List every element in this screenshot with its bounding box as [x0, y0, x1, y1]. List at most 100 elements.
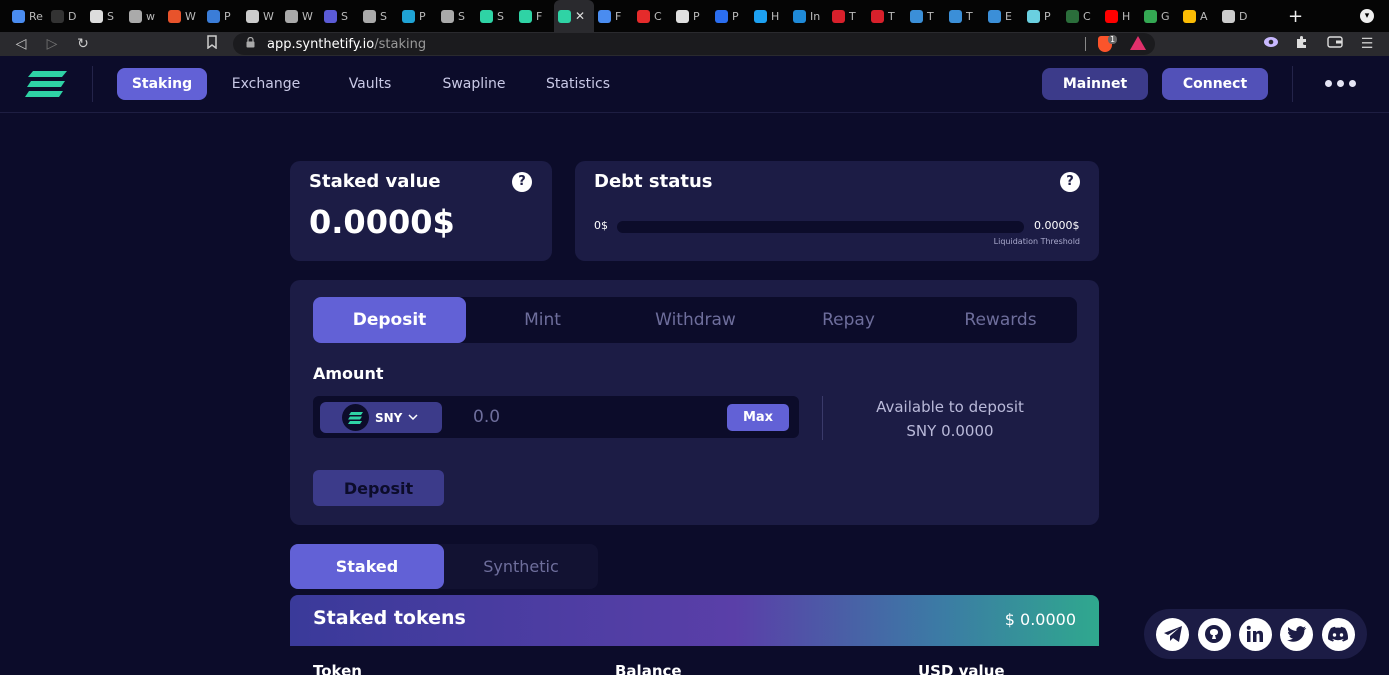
url-host: app.synthetify.io	[267, 36, 375, 52]
extensions-puzzle-icon[interactable]	[1293, 35, 1311, 53]
tab-label: F	[536, 9, 543, 23]
max-button[interactable]: Max	[727, 404, 789, 431]
tab-withdraw[interactable]: Withdraw	[619, 297, 772, 343]
synthetify-logo-icon[interactable]	[25, 69, 69, 99]
tab-right-8[interactable]: T	[906, 0, 945, 32]
tab-right-1[interactable]: C	[633, 0, 672, 32]
tab-right-16[interactable]: D	[1218, 0, 1257, 32]
favicon-icon	[910, 9, 923, 23]
amount-row: SNY Max	[313, 396, 799, 438]
tab-right-12[interactable]: C	[1062, 0, 1101, 32]
linkedin-icon[interactable]	[1238, 617, 1272, 651]
column-usd-value: USD value	[918, 662, 1005, 675]
tab-left-9[interactable]: S	[359, 0, 398, 32]
tab-label: P	[693, 9, 700, 23]
telegram-icon[interactable]	[1156, 617, 1190, 651]
tab-right-11[interactable]: P	[1023, 0, 1062, 32]
network-button[interactable]: Mainnet	[1042, 68, 1148, 100]
tab-right-7[interactable]: T	[867, 0, 906, 32]
tab-left-2[interactable]: S	[86, 0, 125, 32]
shields-count-badge: 1	[1108, 35, 1118, 44]
nav-swapline[interactable]: Swapline	[430, 68, 518, 100]
tab-left-1[interactable]: D	[47, 0, 86, 32]
twitter-icon[interactable]	[1280, 617, 1314, 651]
tab-left-5[interactable]: P	[203, 0, 242, 32]
nav-statistics[interactable]: Statistics	[534, 68, 622, 100]
wallet-icon[interactable]	[1326, 35, 1344, 53]
token-select[interactable]: SNY	[320, 402, 442, 433]
tab-repay[interactable]: Repay	[772, 297, 925, 343]
bookmark-icon[interactable]	[203, 35, 221, 53]
tab-left-13[interactable]: F	[515, 0, 554, 32]
app-header: Staking Exchange Vaults Swapline Statist…	[0, 56, 1389, 113]
tab-label: W	[302, 9, 313, 23]
tab-search-icon[interactable]: ▾	[1360, 9, 1374, 23]
address-bar[interactable]: app.synthetify.io/staking	[233, 33, 1155, 55]
tab-active[interactable]: ✕	[554, 0, 594, 32]
tab-label: T	[849, 9, 856, 23]
favicon-icon	[988, 9, 1001, 23]
tab-staked[interactable]: Staked	[290, 544, 444, 589]
github-icon[interactable]	[1197, 617, 1231, 651]
tab-right-14[interactable]: G	[1140, 0, 1179, 32]
tab-label: C	[654, 9, 662, 23]
tab-left-6[interactable]: W	[242, 0, 281, 32]
tab-right-10[interactable]: E	[984, 0, 1023, 32]
tab-left-7[interactable]: W	[281, 0, 320, 32]
tab-left-11[interactable]: S	[437, 0, 476, 32]
tab-left-3[interactable]: w	[125, 0, 164, 32]
tab-right-3[interactable]: P	[711, 0, 750, 32]
tab-right-9[interactable]: T	[945, 0, 984, 32]
tab-label: W	[263, 9, 274, 23]
tab-right-5[interactable]: In	[789, 0, 828, 32]
connect-button[interactable]: Connect	[1162, 68, 1268, 100]
reload-icon[interactable]: ↻	[74, 35, 92, 53]
nav-staking[interactable]: Staking	[117, 68, 207, 100]
tab-label: T	[888, 9, 895, 23]
url-path: /staking	[374, 36, 427, 52]
tab-right-6[interactable]: T	[828, 0, 867, 32]
browser-tab-strip: Re D Sw W P W W S S P S S F ✕ F C P P H In T T T T E P C H G A D	[0, 0, 1389, 32]
favicon-icon	[871, 9, 884, 23]
new-tab-button[interactable]: +	[1288, 6, 1303, 27]
nav-exchange[interactable]: Exchange	[221, 68, 311, 100]
column-balance: Balance	[615, 662, 682, 675]
tab-rewards[interactable]: Rewards	[924, 297, 1077, 343]
discord-icon[interactable]	[1321, 617, 1355, 651]
extension-eye-icon[interactable]	[1262, 35, 1280, 53]
staked-value-card: Staked value ? 0.0000$	[290, 161, 552, 261]
chevron-down-icon	[408, 413, 418, 423]
back-icon[interactable]: ◁	[12, 35, 30, 53]
tab-right-13[interactable]: H	[1101, 0, 1140, 32]
tab-right-2[interactable]: P	[672, 0, 711, 32]
amount-input[interactable]	[473, 406, 723, 428]
deposit-submit-button[interactable]: Deposit	[313, 470, 444, 506]
menu-icon[interactable]: ☰	[1358, 35, 1376, 53]
tab-mint[interactable]: Mint	[466, 297, 619, 343]
tab-label: D	[1239, 9, 1248, 23]
synthetify-favicon-icon	[558, 9, 571, 23]
tab-right-0[interactable]: F	[594, 0, 633, 32]
tab-right-15[interactable]: A	[1179, 0, 1218, 32]
tab-label: P	[732, 9, 739, 23]
help-icon[interactable]: ?	[512, 172, 532, 192]
tab-left-10[interactable]: P	[398, 0, 437, 32]
nav-vaults[interactable]: Vaults	[330, 68, 410, 100]
tab-right-4[interactable]: H	[750, 0, 789, 32]
tab-deposit[interactable]: Deposit	[313, 297, 466, 343]
more-menu-icon[interactable]	[1325, 80, 1356, 87]
column-token: Token	[313, 662, 362, 675]
forward-icon[interactable]: ▷	[43, 35, 61, 53]
tab-list-right: F C P P H In T T T T E P C H G A D	[594, 0, 1257, 32]
favicon-icon	[1027, 9, 1040, 23]
tab-left-8[interactable]: S	[320, 0, 359, 32]
tab-left-12[interactable]: S	[476, 0, 515, 32]
tab-left-4[interactable]: W	[164, 0, 203, 32]
help-icon[interactable]: ?	[1060, 172, 1080, 192]
tab-label: P	[1044, 9, 1051, 23]
tab-left-0[interactable]: Re	[8, 0, 47, 32]
favicon-icon	[168, 9, 181, 23]
brave-rewards-icon[interactable]	[1130, 36, 1146, 50]
tab-synthetic[interactable]: Synthetic	[444, 544, 598, 589]
tab-close-icon[interactable]: ✕	[575, 9, 585, 23]
